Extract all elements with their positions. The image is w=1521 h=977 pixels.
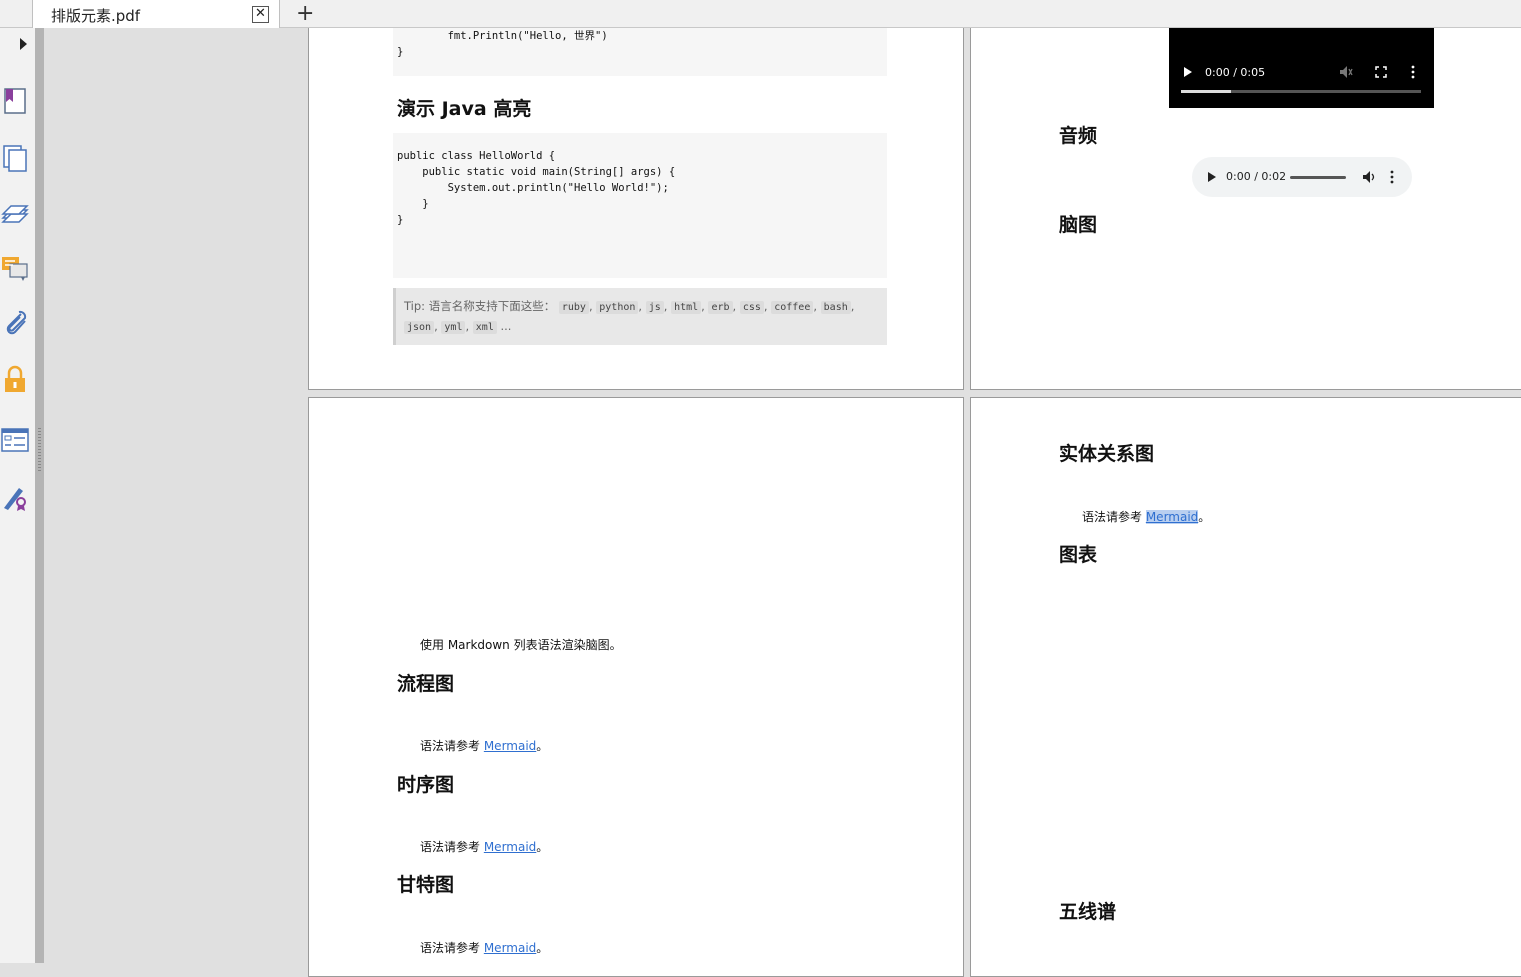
flowchart-reference: 语法请参考 Mermaid。 xyxy=(420,739,549,753)
heading-staff: 五线谱 xyxy=(1059,901,1117,923)
tip-label: Tip: 语言名称支持下面这些： xyxy=(404,299,556,313)
lang-tag: erb xyxy=(708,301,733,314)
lang-tag: yml xyxy=(441,321,466,334)
play-icon[interactable] xyxy=(1183,66,1193,78)
mermaid-link[interactable]: Mermaid xyxy=(484,941,536,955)
video-player[interactable]: 0:00 / 0:05 xyxy=(1169,28,1434,108)
more-options-icon[interactable] xyxy=(1390,170,1394,184)
er-reference: 语法请参考 Mermaid。 xyxy=(1082,510,1211,524)
mermaid-link[interactable]: Mermaid xyxy=(1145,510,1199,524)
lang-tag: python xyxy=(596,301,639,314)
audio-player[interactable]: 0:00 / 0:02 xyxy=(1192,157,1412,197)
bookmark-page-icon[interactable] xyxy=(1,86,29,116)
audio-progress-bar[interactable] xyxy=(1290,176,1346,179)
side-panel xyxy=(44,28,308,963)
heading-mindmap: 脑图 xyxy=(1059,214,1098,236)
tab-bar: 排版元素.pdf ✕ + xyxy=(0,0,1521,28)
pages-icon[interactable] xyxy=(1,143,29,173)
lang-tag: ruby xyxy=(558,301,589,314)
code-line: fmt.Println("Hello, 世界") xyxy=(397,30,608,42)
heading-sequence-diagram: 时序图 xyxy=(397,774,455,796)
lang-tag: xml xyxy=(472,321,497,334)
heading-chart: 图表 xyxy=(1059,544,1098,566)
layers-icon[interactable] xyxy=(1,198,29,228)
lang-tag: js xyxy=(645,301,664,314)
pdf-page-1: fmt.Println("Hello, 世界") } 演示 Java 高亮 pu… xyxy=(308,28,964,390)
mute-icon[interactable] xyxy=(1339,65,1353,79)
volume-icon[interactable] xyxy=(1362,170,1376,184)
audio-time: 0:00 / 0:02 xyxy=(1226,170,1287,183)
expand-panel-icon[interactable] xyxy=(20,38,27,50)
gantt-reference: 语法请参考 Mermaid。 xyxy=(420,941,549,955)
pdf-page-2: 0:00 / 0:05 音频 0:00 / 0:02 脑图 xyxy=(970,28,1521,390)
mermaid-link[interactable]: Mermaid xyxy=(484,840,536,854)
code-block-java: public class HelloWorld { public static … xyxy=(393,133,887,278)
code-line: public static void main(String[] args) { xyxy=(397,166,676,178)
navigation-rail xyxy=(0,28,35,963)
lang-tag: html xyxy=(671,301,702,314)
close-tab-button[interactable]: ✕ xyxy=(252,6,269,23)
panel-splitter[interactable] xyxy=(35,28,44,963)
document-tab[interactable]: 排版元素.pdf ✕ xyxy=(32,0,280,28)
video-progress-bar[interactable] xyxy=(1181,90,1421,93)
code-line: public class HelloWorld { xyxy=(397,150,556,162)
lang-tag: css xyxy=(739,301,764,314)
mindmap-description: 使用 Markdown 列表语法渲染脑图。 xyxy=(420,638,622,652)
new-tab-button[interactable]: + xyxy=(296,2,314,26)
lang-tag: json xyxy=(404,321,435,334)
form-fields-icon[interactable] xyxy=(1,425,29,455)
comments-icon[interactable] xyxy=(1,253,29,283)
heading-audio: 音频 xyxy=(1059,125,1098,147)
play-icon[interactable] xyxy=(1207,171,1217,183)
sequence-reference: 语法请参考 Mermaid。 xyxy=(420,840,549,854)
heading-er-diagram: 实体关系图 xyxy=(1059,443,1155,465)
heading-java-highlight: 演示 Java 高亮 xyxy=(397,98,532,120)
heading-flowchart: 流程图 xyxy=(397,673,455,695)
code-line: } xyxy=(397,46,404,58)
more-options-icon[interactable] xyxy=(1411,65,1415,79)
mermaid-link[interactable]: Mermaid xyxy=(484,739,536,753)
lang-tag: bash xyxy=(820,301,851,314)
tip-box: Tip: 语言名称支持下面这些： ruby, python, js, html,… xyxy=(393,288,887,345)
signature-icon[interactable] xyxy=(1,482,29,512)
pdf-page-4: 实体关系图 语法请参考 Mermaid。 图表 五线谱 xyxy=(970,397,1521,977)
tab-title: 排版元素.pdf xyxy=(51,7,141,25)
attachment-icon[interactable] xyxy=(1,308,29,338)
code-line: System.out.println("Hello World!"); xyxy=(397,182,669,194)
tip-ellipsis: ... xyxy=(500,319,512,333)
video-time: 0:00 / 0:05 xyxy=(1205,66,1266,79)
fullscreen-icon[interactable] xyxy=(1375,66,1387,78)
code-line: } xyxy=(397,214,404,226)
splitter-grip-icon[interactable] xyxy=(38,428,41,472)
security-lock-icon[interactable] xyxy=(1,364,29,394)
code-line: } xyxy=(397,198,429,210)
heading-gantt: 甘特图 xyxy=(397,874,455,896)
code-block-go: fmt.Println("Hello, 世界") } xyxy=(393,28,887,76)
lang-tag: coffee xyxy=(771,301,814,314)
pdf-page-3: 使用 Markdown 列表语法渲染脑图。 流程图 语法请参考 Mermaid。… xyxy=(308,397,964,977)
